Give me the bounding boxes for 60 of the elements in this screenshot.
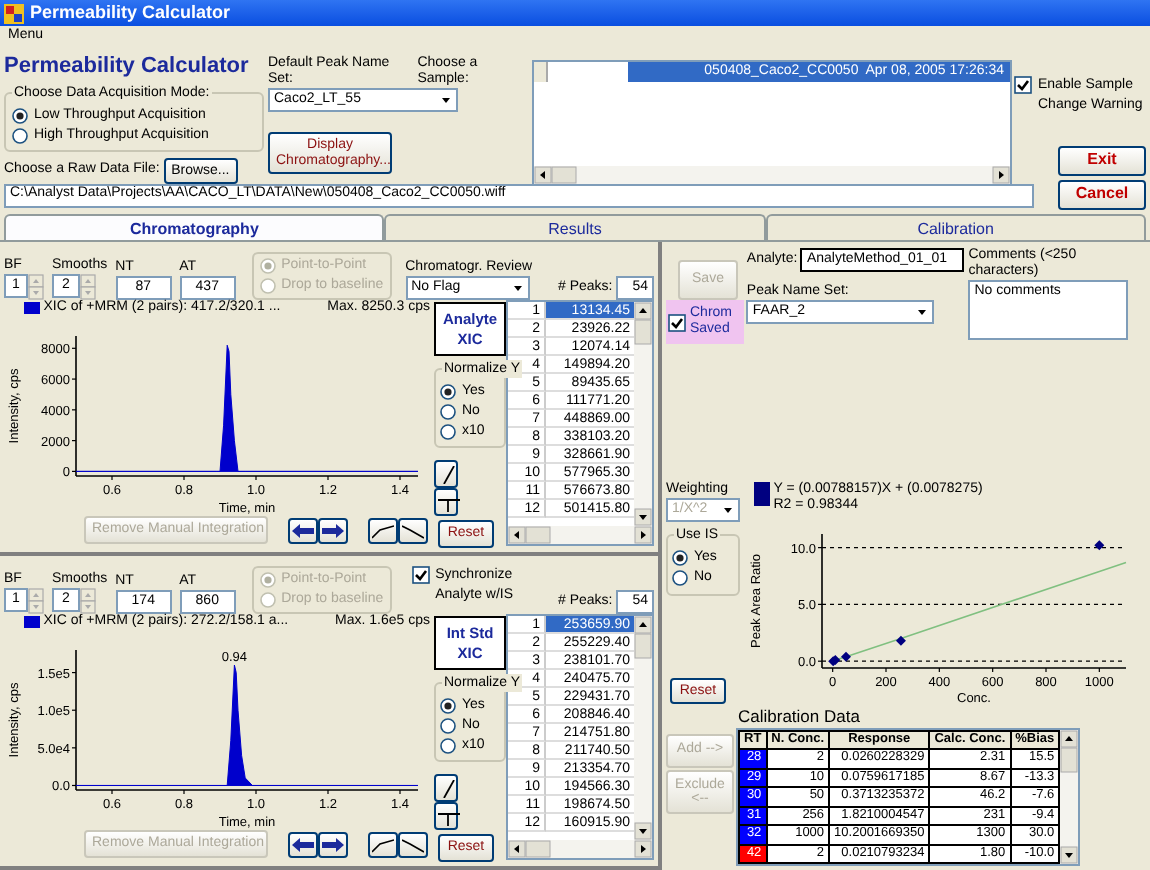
previous-button[interactable]: [287, 831, 318, 857]
checkbox[interactable]: [1014, 76, 1032, 94]
rising-line-icon: [371, 835, 393, 853]
bar-line-icon: [438, 493, 460, 511]
radio-button[interactable]: [440, 384, 456, 400]
exit-button[interactable]: Exit: [1058, 146, 1146, 176]
app-icon: [4, 3, 24, 23]
rising-baseline-button[interactable]: [367, 517, 397, 543]
radio-button[interactable]: [440, 698, 456, 714]
rising-line-icon: [371, 521, 393, 539]
horizontal-scrollbar[interactable]: [508, 526, 652, 544]
right-arrow-icon: [321, 835, 344, 853]
legend-swatch: [24, 616, 40, 628]
y-axis: [71, 335, 77, 477]
radio-button[interactable]: [440, 424, 456, 440]
tab[interactable]: Calibration: [765, 214, 1146, 240]
flat-baseline-button[interactable]: [434, 488, 458, 516]
right-arrow-icon: [321, 521, 344, 539]
radio-button[interactable]: [440, 738, 456, 754]
left-arrow-icon: [291, 521, 314, 539]
vertical-scrollbar[interactable]: [634, 616, 652, 840]
data-point: [1094, 539, 1105, 550]
vertical-scrollbar[interactable]: [1060, 729, 1079, 863]
falling-baseline-button[interactable]: [397, 517, 427, 543]
checkbox[interactable]: [411, 566, 430, 584]
slash-line-icon: [438, 465, 460, 483]
horizontal-scrollbar[interactable]: [534, 166, 1010, 184]
data-point: [895, 635, 906, 646]
tab[interactable]: Results: [384, 214, 766, 240]
left-arrow-icon: [291, 835, 314, 853]
bar-line-icon: [438, 807, 460, 825]
y-axis: [71, 649, 77, 791]
radio-button[interactable]: [440, 404, 456, 420]
radio-button[interactable]: [672, 549, 688, 566]
slope-button[interactable]: [434, 774, 458, 802]
flat-baseline-button[interactable]: [434, 802, 458, 830]
slope-button[interactable]: [434, 460, 458, 488]
row-header: [534, 62, 548, 82]
tab[interactable]: Chromatography: [4, 214, 385, 240]
rising-baseline-button[interactable]: [367, 831, 397, 857]
cancel-button[interactable]: Cancel: [1058, 180, 1146, 210]
radio-button[interactable]: [12, 108, 28, 124]
next-button[interactable]: [317, 517, 348, 543]
falling-line-icon: [401, 835, 423, 853]
falling-baseline-button[interactable]: [397, 831, 427, 857]
legend-swatch: [754, 481, 770, 506]
radio-button[interactable]: [440, 718, 456, 734]
slash-line-icon: [438, 779, 460, 797]
vertical-scrollbar[interactable]: [634, 302, 652, 526]
checkbox[interactable]: [668, 313, 686, 331]
radio-button[interactable]: [12, 128, 28, 144]
next-button[interactable]: [317, 831, 348, 857]
falling-line-icon: [401, 521, 423, 539]
app-heading: Permeability Calculator: [4, 52, 251, 82]
table-title: Calibration Data: [738, 707, 862, 727]
legend-swatch: [24, 302, 40, 314]
horizontal-scrollbar[interactable]: [508, 840, 652, 858]
previous-button[interactable]: [287, 517, 318, 543]
radio-button[interactable]: [672, 569, 688, 586]
window-title: Permeability Calculator: [30, 2, 231, 24]
